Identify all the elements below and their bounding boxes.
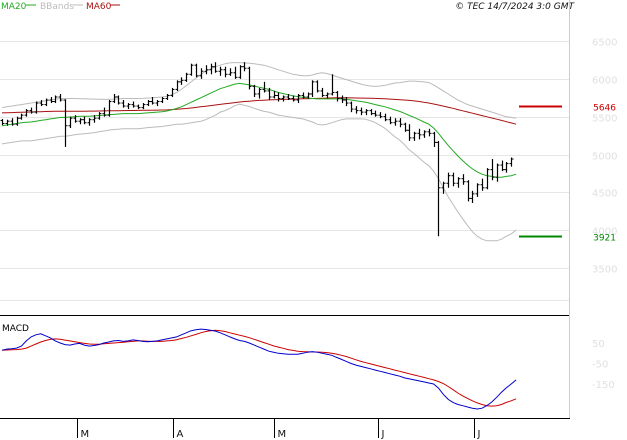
price-ytick-label: 6500	[592, 38, 617, 49]
price-ytick-label: 5500	[592, 114, 617, 125]
macd-title: MACD	[2, 324, 29, 334]
x-tick-label: J	[381, 429, 385, 440]
price-ytick-label: 3500	[592, 265, 617, 276]
legend-label-bbands: BBands	[40, 2, 74, 12]
x-tick-label: A	[177, 429, 184, 440]
chart-canvas: 3500400045005000550060006500 56463921 MA…	[0, 0, 627, 440]
legend: MA20 BBands MA60	[1, 2, 120, 12]
chart-background	[0, 0, 627, 440]
level-label: 5646	[593, 104, 616, 114]
x-tick-label: J	[477, 429, 481, 440]
legend-label-ma60: MA60	[86, 2, 112, 12]
level-label: 3921	[593, 234, 616, 244]
macd-ytick-label: -150	[592, 380, 615, 391]
price-ytick-label: 6000	[592, 76, 617, 87]
x-tick-label: M	[278, 429, 287, 440]
price-ytick-label: 5000	[592, 152, 617, 163]
legend-label-ma20: MA20	[1, 2, 27, 12]
x-tick-label: M	[81, 429, 90, 440]
macd-ytick-label: 50	[592, 339, 605, 350]
copyright-label: © TEC 14/7/2024 3:0 GMT	[455, 2, 575, 12]
macd-ytick-label: -50	[592, 360, 608, 371]
price-ytick-label: 4500	[592, 189, 617, 200]
